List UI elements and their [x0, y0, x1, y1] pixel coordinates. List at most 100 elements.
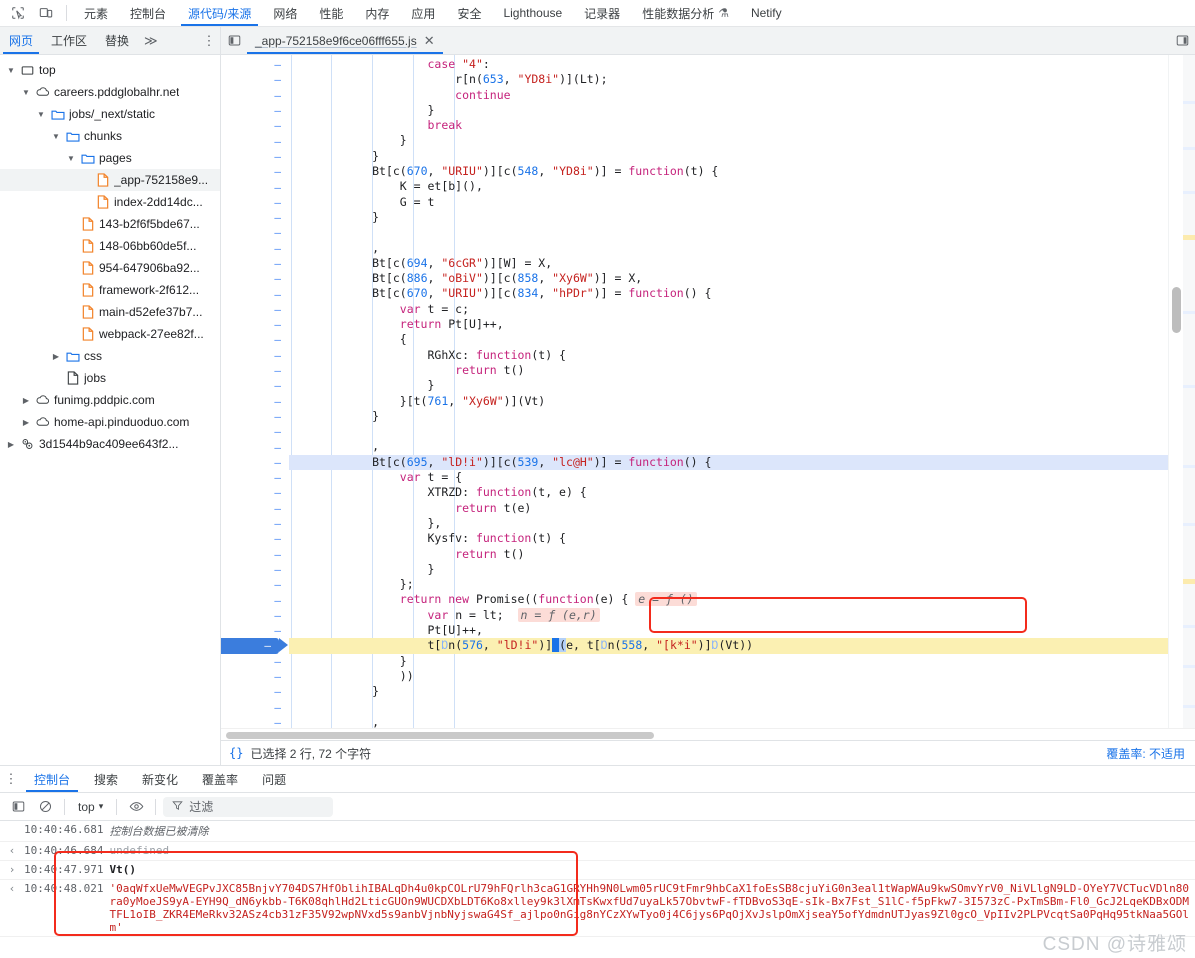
code-line[interactable]: { — [289, 332, 1168, 347]
editor-tab-app-js[interactable]: _app-752158e9f6ce06fff655.js ✕ — [247, 27, 443, 54]
tab-security[interactable]: 安全 — [446, 0, 492, 26]
tree-row[interactable]: ▼ top — [0, 59, 220, 81]
show-drawer-icon[interactable] — [1169, 27, 1195, 54]
code-line[interactable]: , — [289, 439, 1168, 454]
gutter-line[interactable]: — — [221, 103, 289, 118]
scrollbar-thumb[interactable] — [1172, 287, 1181, 333]
live-expression-icon[interactable] — [124, 796, 148, 818]
hscroll-thumb[interactable] — [226, 732, 654, 739]
tab-performance[interactable]: 性能 — [308, 0, 354, 26]
tab-application[interactable]: 应用 — [400, 0, 446, 26]
more-options-icon[interactable]: ⋮ — [198, 27, 220, 54]
tab-recorder[interactable]: 记录器 — [573, 0, 631, 26]
gutter-line[interactable]: — — [221, 57, 289, 72]
gutter-line[interactable]: — — [221, 394, 289, 409]
nav-more-tabs-button[interactable]: ≫ — [138, 27, 164, 54]
drawer-tab-issues[interactable]: 问题 — [250, 766, 298, 792]
gutter-line[interactable]: — — [221, 348, 289, 363]
gutter-line[interactable]: — — [221, 286, 289, 301]
chevron-right-icon[interactable]: ▶ — [21, 396, 31, 405]
gutter-line[interactable]: — — [221, 669, 289, 684]
code-line[interactable]: } — [289, 562, 1168, 577]
editor-vertical-scrollbar[interactable] — [1168, 55, 1183, 728]
coverage-status-text[interactable]: 覆盖率: 不适用 — [1106, 745, 1185, 762]
nav-tab-page[interactable]: 网页 — [0, 27, 42, 54]
tree-row[interactable]: _app-752158e9... — [0, 169, 220, 191]
code-line[interactable]: Bt[c(670, "URIU")][c(834, "hPDr")] = fun… — [289, 286, 1168, 301]
tab-netify[interactable]: Netify — [740, 0, 793, 26]
code-line[interactable]: var n = lt; n = ƒ (e,r) — [289, 607, 1168, 623]
tree-row[interactable]: ▶ home-api.pinduoduo.com — [0, 411, 220, 433]
console-message-list[interactable]: 10:40:46.681 控制台数据已被清除 ‹ 10:40:46.684 undefi… — [0, 821, 1195, 958]
gutter-line[interactable]: — — [221, 271, 289, 286]
code-line[interactable]: return t() — [289, 363, 1168, 378]
code-line[interactable]: return Pt[U]++, — [289, 317, 1168, 332]
gutter-line[interactable]: — — [221, 225, 289, 240]
gutter-line[interactable]: — — [221, 210, 289, 225]
chevron-right-icon[interactable]: ▶ — [21, 418, 31, 427]
tree-row[interactable]: webpack-27ee82f... — [0, 323, 220, 345]
show-console-sidebar-icon[interactable] — [6, 796, 30, 818]
chevron-down-icon[interactable]: ▼ — [51, 132, 61, 141]
tab-memory[interactable]: 内存 — [354, 0, 400, 26]
code-line[interactable]: XTRZD: function(t, e) { — [289, 485, 1168, 500]
code-line[interactable]: G = t — [289, 195, 1168, 210]
chevron-down-icon[interactable]: ▼ — [6, 66, 16, 75]
code-line[interactable]: Bt[c(670, "URIU")][c(548, "YD8i")] = fun… — [289, 164, 1168, 179]
gutter-line[interactable]: — — [221, 638, 288, 654]
tree-row[interactable]: ▶ 3d1544b9ac409ee643f2... — [0, 433, 220, 455]
drawer-tab-changes[interactable]: 新变化 — [130, 766, 190, 792]
clear-console-icon[interactable] — [33, 796, 57, 818]
chevron-down-icon[interactable]: ▼ — [66, 154, 76, 163]
console-message[interactable]: 10:40:46.681 控制台数据已被清除 — [0, 821, 1195, 842]
file-navigator-tree[interactable]: ▼ top ▼ careers.pddglobalhr.net ▼ jobs/_next/… — [0, 55, 221, 765]
code-line[interactable]: r[n(653, "YD8i")](Lt); — [289, 72, 1168, 87]
code-line[interactable]: var t = { — [289, 470, 1168, 485]
gutter-line[interactable]: — — [221, 485, 289, 500]
tree-row[interactable]: main-d52efe37b7... — [0, 301, 220, 323]
gutter-line[interactable]: — — [221, 470, 289, 485]
gutter-line[interactable]: — — [221, 195, 289, 210]
gutter-line[interactable]: — — [221, 72, 289, 87]
code-line[interactable]: K = et[b](), — [289, 179, 1168, 194]
code-line[interactable]: }; — [289, 577, 1168, 592]
gutter-line[interactable]: — — [221, 332, 289, 347]
console-message[interactable]: ‹ 10:40:48.021 '0aqWfxUeMwVEGPvJXC85BnjvY7… — [0, 880, 1195, 937]
code-line[interactable]: return t() — [289, 547, 1168, 562]
code-line[interactable] — [289, 225, 1168, 240]
code-line[interactable]: , — [289, 715, 1168, 728]
gutter-line[interactable]: — — [221, 149, 289, 164]
gutter-line[interactable]: — — [221, 179, 289, 194]
drawer-tab-coverage[interactable]: 覆盖率 — [190, 766, 250, 792]
tree-row[interactable]: 143-b2f6f5bde67... — [0, 213, 220, 235]
tab-network[interactable]: 网络 — [262, 0, 308, 26]
tree-row[interactable]: index-2dd14dc... — [0, 191, 220, 213]
code-line[interactable]: } — [289, 103, 1168, 118]
gutter-line[interactable]: — — [221, 715, 289, 728]
console-message[interactable]: ‹ 10:40:46.684 undefined — [0, 842, 1195, 861]
code-line[interactable]: case "4": — [289, 57, 1168, 72]
nav-tab-workspace[interactable]: 工作区 — [42, 27, 96, 54]
gutter-line[interactable]: — — [221, 241, 289, 256]
chevron-down-icon[interactable]: ▼ — [36, 110, 46, 119]
gutter-line[interactable]: — — [221, 302, 289, 317]
gutter-line[interactable]: — — [221, 699, 289, 714]
tree-row[interactable]: jobs — [0, 367, 220, 389]
gutter-line[interactable]: — — [221, 577, 289, 592]
gutter-line[interactable]: — — [221, 88, 289, 103]
code-line[interactable]: continue — [289, 88, 1168, 103]
tree-row[interactable]: ▶ css — [0, 345, 220, 367]
code-line[interactable]: } — [289, 654, 1168, 669]
code-line[interactable]: Kysfv: function(t) { — [289, 531, 1168, 546]
gutter-line[interactable]: — — [221, 378, 289, 393]
show-navigator-icon[interactable] — [221, 27, 247, 54]
tree-row[interactable]: 954-647906ba92... — [0, 257, 220, 279]
drawer-tab-search[interactable]: 搜索 — [82, 766, 130, 792]
code-line[interactable]: t[Ɒn(576, "lD!i")]▶(e, t[Ɒn(558, "[k*i")… — [289, 638, 1168, 654]
gutter-line[interactable]: — — [221, 547, 289, 562]
code-line[interactable]: break — [289, 118, 1168, 133]
tree-row[interactable]: ▼ jobs/_next/static — [0, 103, 220, 125]
chevron-down-icon[interactable]: ▼ — [21, 88, 31, 97]
tab-sources[interactable]: 源代码/来源 — [177, 0, 262, 26]
gutter-line[interactable]: — — [221, 256, 289, 271]
